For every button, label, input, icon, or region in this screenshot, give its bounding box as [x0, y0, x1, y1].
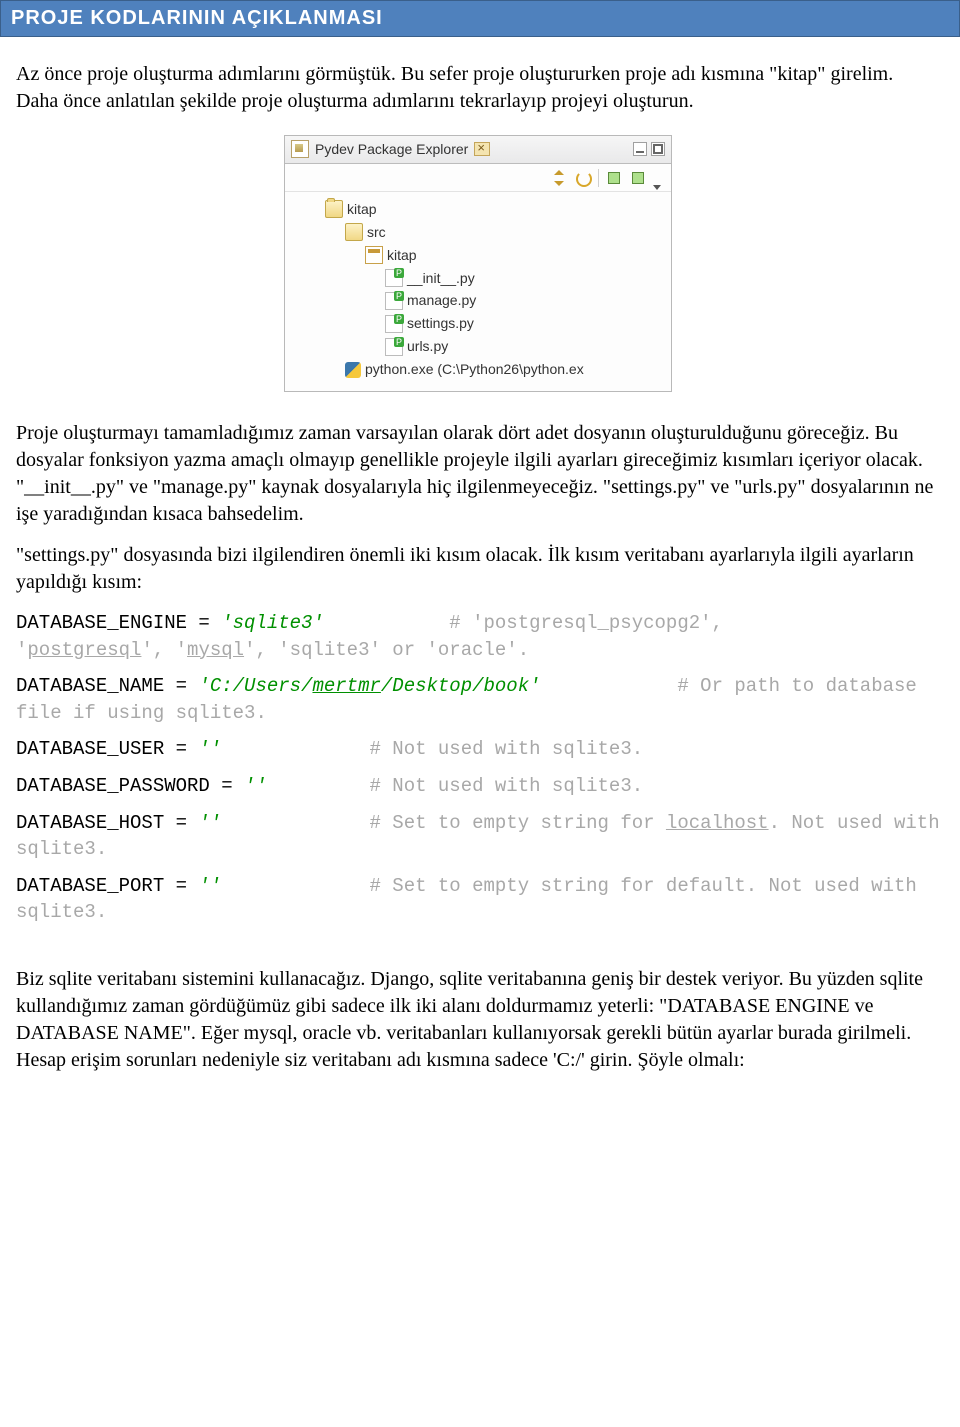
paragraph-sqlite: Biz sqlite veritabanı sistemini kullanac…	[16, 966, 940, 1074]
code-string: ''	[244, 775, 267, 797]
code-string: ''	[198, 812, 221, 834]
code-comment: ', 'sqlite3' or 'oracle'.	[244, 639, 529, 661]
tree-package[interactable]: kitap	[289, 244, 667, 267]
tree-interpreter[interactable]: python.exe (C:\Python26\python.ex	[289, 358, 667, 381]
code-name: DATABASE_NAME = 'C:/Users/mertmr/Desktop…	[16, 673, 940, 726]
code-string: 'C:/Users/	[198, 675, 312, 697]
filter-icon[interactable]	[605, 169, 623, 187]
code-user: DATABASE_USER = '' # Not used with sqlit…	[16, 736, 940, 763]
code-comment: # 'postgresql_psycopg2',	[449, 612, 734, 634]
tree-file[interactable]: urls.py	[289, 335, 667, 358]
tree-label: manage.py	[407, 291, 476, 310]
paragraph-intro: Az önce proje oluşturma adımlarını görmü…	[16, 61, 940, 115]
ide-titlebar: Pydev Package Explorer	[285, 136, 671, 164]
ide-tree: kitap src kitap __init__.py manage.py	[285, 192, 671, 391]
working-set-icon[interactable]	[629, 169, 647, 187]
ide-tab-title: Pydev Package Explorer	[315, 140, 468, 159]
code-comment: # Not used with sqlite3.	[369, 775, 643, 797]
code-text: DATABASE_NAME =	[16, 675, 198, 697]
ide-screenshot: Pydev Package Explorer kitap	[284, 135, 672, 392]
minimize-icon[interactable]	[633, 142, 647, 156]
code-text: DATABASE_HOST =	[16, 812, 198, 834]
code-comment: '	[16, 639, 27, 661]
code-engine: DATABASE_ENGINE = 'sqlite3' # 'postgresq…	[16, 610, 940, 663]
tree-label: urls.py	[407, 337, 448, 356]
src-folder-icon	[345, 223, 363, 241]
code-comment: # Not used with sqlite3.	[369, 738, 643, 760]
window-buttons	[633, 142, 665, 156]
tree-label: python.exe (C:\Python26\python.ex	[365, 360, 584, 379]
link-editor-icon[interactable]	[574, 169, 592, 187]
maximize-icon[interactable]	[651, 142, 665, 156]
code-text: DATABASE_ENGINE =	[16, 612, 221, 634]
code-comment: localhost	[666, 812, 769, 834]
project-icon	[325, 200, 343, 218]
code-text: DATABASE_PORT =	[16, 875, 198, 897]
tree-src[interactable]: src	[289, 221, 667, 244]
code-string: 'sqlite3'	[221, 612, 324, 634]
tree-label: kitap	[347, 200, 377, 219]
code-string: /Desktop/book'	[381, 675, 541, 697]
package-explorer-icon	[291, 140, 309, 158]
tree-label: __init__.py	[407, 269, 475, 288]
toolbar-separator	[598, 169, 599, 187]
tree-label: src	[367, 223, 386, 242]
python-file-icon	[385, 315, 403, 333]
code-comment: # Set to empty string for	[369, 812, 665, 834]
header-title: PROJE KODLARININ AÇIKLANMASI	[11, 7, 383, 29]
code-comment: postgresql	[27, 639, 141, 661]
code-comment: mysql	[187, 639, 244, 661]
code-comment: ', '	[141, 639, 187, 661]
document-body: Az önce proje oluşturma adımlarını görmü…	[0, 37, 960, 1108]
package-icon	[365, 246, 383, 264]
tree-label: settings.py	[407, 314, 474, 333]
tree-file[interactable]: __init__.py	[289, 267, 667, 290]
code-password: DATABASE_PASSWORD = '' # Not used with s…	[16, 773, 940, 800]
code-text: DATABASE_USER =	[16, 738, 198, 760]
ide-toolbar	[285, 164, 671, 192]
close-tab-icon[interactable]	[474, 142, 490, 156]
tree-file[interactable]: settings.py	[289, 312, 667, 335]
tree-file[interactable]: manage.py	[289, 289, 667, 312]
code-host: DATABASE_HOST = '' # Set to empty string…	[16, 810, 940, 863]
python-file-icon	[385, 338, 403, 356]
code-string: ''	[198, 875, 221, 897]
collapse-all-icon[interactable]	[550, 169, 568, 187]
code-string: ''	[198, 738, 221, 760]
python-exe-icon	[345, 362, 361, 378]
paragraph-files: Proje oluşturmayı tamamladığımız zaman v…	[16, 420, 940, 528]
python-file-icon	[385, 292, 403, 310]
paragraph-settings: "settings.py" dosyasında bizi ilgilendir…	[16, 542, 940, 596]
code-string: mertmr	[312, 675, 380, 697]
tree-label: kitap	[387, 246, 417, 265]
tree-project[interactable]: kitap	[289, 198, 667, 221]
code-text: DATABASE_PASSWORD =	[16, 775, 244, 797]
code-port: DATABASE_PORT = '' # Set to empty string…	[16, 873, 940, 926]
python-file-icon	[385, 269, 403, 287]
section-header: PROJE KODLARININ AÇIKLANMASI	[0, 0, 960, 37]
